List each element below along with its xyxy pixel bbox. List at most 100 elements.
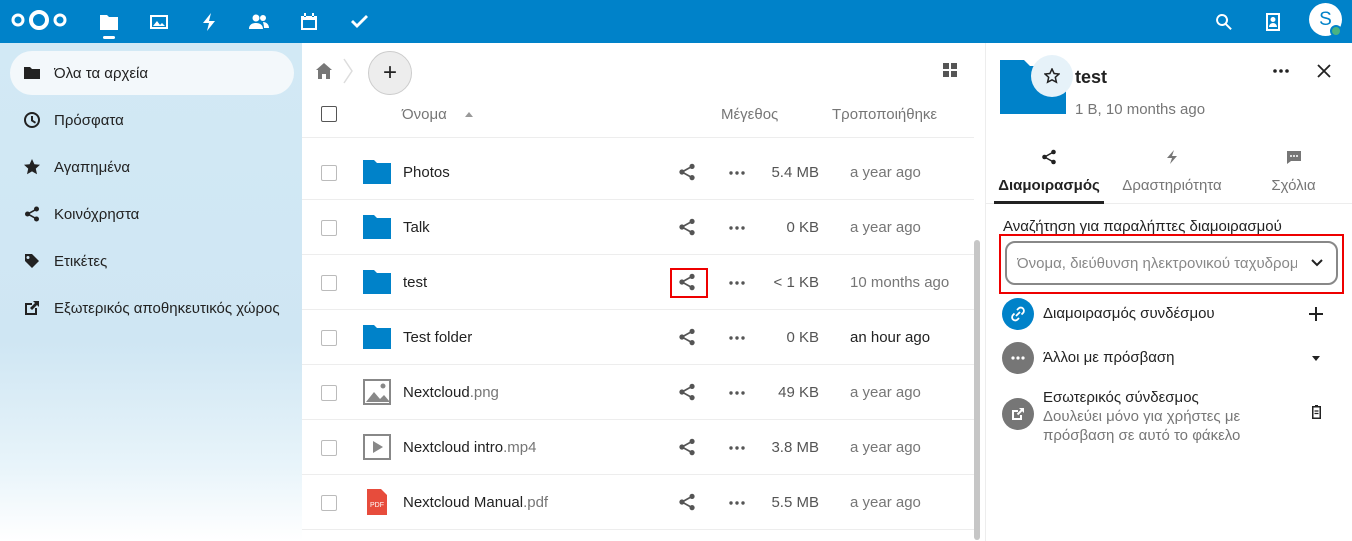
share-search-label: Αναζήτηση για παραλήπτες διαμοιρασμού: [1003, 218, 1282, 235]
file-row[interactable]: Nextcloud intro.mp4 3.8 MB a year ago: [302, 420, 974, 475]
folder-icon: [363, 270, 391, 294]
more-actions-icon[interactable]: [728, 219, 746, 237]
select-all-checkbox[interactable]: [321, 106, 337, 122]
file-row[interactable]: Test folder 0 KB an hour ago: [302, 310, 974, 365]
column-modified-header[interactable]: Τροποποιήθηκε: [832, 106, 939, 123]
share-recipient-input[interactable]: Όνομα, διεύθυνση ηλεκτρονικού ταχυδρομεί…: [1005, 241, 1338, 285]
clipboard-icon[interactable]: [1308, 404, 1324, 420]
online-status-indicator: [1330, 25, 1342, 37]
file-name[interactable]: test: [403, 274, 427, 291]
file-size: 0 KB: [786, 219, 819, 236]
star-icon: [24, 159, 40, 175]
row-checkbox[interactable]: [321, 275, 337, 291]
row-checkbox[interactable]: [321, 385, 337, 401]
contacts-menu-icon[interactable]: [1253, 0, 1293, 43]
file-name[interactable]: Nextcloud Manual.pdf: [403, 494, 548, 511]
share-icon[interactable]: [678, 163, 696, 181]
file-modified: a year ago: [850, 384, 921, 401]
top-header: S: [0, 0, 1352, 43]
tag-icon: [25, 254, 39, 268]
tab-comments[interactable]: Σχόλια: [1246, 143, 1341, 199]
file-row[interactable]: Photos 5.4 MB a year ago: [302, 145, 974, 200]
search-icon[interactable]: [1204, 0, 1244, 43]
folder-icon: [363, 215, 391, 239]
row-checkbox[interactable]: [321, 440, 337, 456]
nav-item-tags[interactable]: Ετικέτες: [10, 239, 294, 283]
more-actions-icon[interactable]: [728, 164, 746, 182]
tab-label: Σχόλια: [1271, 177, 1316, 194]
contacts-icon[interactable]: [234, 0, 284, 43]
file-size: 0 KB: [786, 329, 819, 346]
file-modified: a year ago: [850, 219, 921, 236]
nav-item-all-files[interactable]: Όλα τα αρχεία: [10, 51, 294, 95]
new-file-button[interactable]: +: [368, 51, 412, 95]
internal-link-description: Δουλεύει μόνο για χρήστες με πρόσβαση σε…: [1043, 408, 1241, 444]
calendar-icon[interactable]: [284, 0, 334, 43]
others-access-row[interactable]: Άλλοι με πρόσβαση: [1002, 342, 1342, 374]
nav-item-recent[interactable]: Πρόσφατα: [10, 98, 294, 142]
tab-activity[interactable]: Δραστηριότητα: [1112, 143, 1232, 199]
activity-icon[interactable]: [184, 0, 234, 43]
file-modified: 10 months ago: [850, 274, 950, 291]
tab-sharing[interactable]: Διαμοιρασμός: [994, 143, 1104, 199]
share-icon[interactable]: [678, 493, 696, 511]
external-link-icon: [1002, 398, 1034, 430]
star-outline-icon: [1044, 68, 1060, 84]
share-icon[interactable]: [678, 273, 696, 291]
file-name[interactable]: Test folder: [403, 329, 472, 346]
left-navigation: Όλα τα αρχεία Πρόσφατα Αγαπημένα Κοινόχρ…: [0, 43, 302, 541]
file-name[interactable]: Nextcloud.png: [403, 384, 499, 401]
column-name-header[interactable]: Όνομα: [402, 106, 447, 123]
chevron-down-icon[interactable]: [1310, 256, 1324, 270]
file-size: < 1 KB: [773, 274, 819, 291]
more-actions-icon[interactable]: [728, 274, 746, 292]
add-icon[interactable]: [1308, 306, 1324, 322]
share-icon[interactable]: [678, 218, 696, 236]
file-name[interactable]: Nextcloud intro.mp4: [403, 439, 536, 456]
file-list-header: Όνομα Μέγεθος Τροποποιήθηκε: [302, 93, 974, 138]
sidebar-menu-icon[interactable]: [1271, 61, 1291, 81]
file-row[interactable]: PDF Nextcloud Manual.pdf 5.5 MB a year a…: [302, 475, 974, 530]
link-share-row[interactable]: Διαμοιρασμός συνδέσμου: [1002, 298, 1342, 330]
triangle-down-icon[interactable]: [1308, 350, 1324, 366]
column-size-header[interactable]: Μέγεθος: [721, 106, 778, 123]
more-actions-icon[interactable]: [728, 494, 746, 512]
row-checkbox[interactable]: [321, 330, 337, 346]
file-name[interactable]: Photos: [403, 164, 450, 181]
file-row[interactable]: test < 1 KB 10 months ago: [302, 255, 974, 310]
breadcrumb-separator-icon: [343, 58, 353, 84]
file-list-scrollbar[interactable]: [974, 240, 980, 540]
video-file-icon: [363, 434, 391, 460]
folder-icon: [24, 67, 40, 79]
details-sidebar: test 1 B, 10 months ago Διαμοιρασμός Δρα…: [985, 43, 1352, 541]
row-checkbox[interactable]: [321, 165, 337, 181]
photos-icon[interactable]: [134, 0, 184, 43]
grid-view-icon[interactable]: [942, 62, 958, 78]
file-row[interactable]: Talk 0 KB a year ago: [302, 200, 974, 255]
share-icon: [25, 206, 39, 222]
nextcloud-logo[interactable]: [9, 8, 69, 32]
share-icon[interactable]: [678, 438, 696, 456]
image-file-icon: [363, 379, 391, 405]
file-list-area: + Όνομα Μέγεθος Τροποποιήθηκε Photos 5.4…: [302, 43, 985, 541]
tasks-icon[interactable]: [334, 0, 384, 43]
close-icon[interactable]: [1316, 63, 1332, 79]
nav-item-external-storage[interactable]: Εξωτερικός αποθηκευτικός χώρος: [10, 286, 294, 330]
home-icon[interactable]: [315, 62, 333, 80]
nav-item-favorites[interactable]: Αγαπημένα: [10, 145, 294, 189]
share-icon[interactable]: [678, 328, 696, 346]
nav-item-shares[interactable]: Κοινόχρηστα: [10, 192, 294, 236]
file-size: 5.5 MB: [771, 494, 819, 511]
sidebar-subtitle: 1 B, 10 months ago: [1075, 101, 1206, 118]
nav-item-label: Όλα τα αρχεία: [54, 64, 149, 82]
row-checkbox[interactable]: [321, 220, 337, 236]
row-checkbox[interactable]: [321, 495, 337, 511]
file-name[interactable]: Talk: [403, 219, 430, 236]
file-row[interactable]: Nextcloud.png 49 KB a year ago: [302, 365, 974, 420]
more-actions-icon[interactable]: [728, 329, 746, 347]
more-actions-icon[interactable]: [728, 439, 746, 457]
header-divider: [302, 137, 974, 138]
favorite-star-button[interactable]: [1031, 55, 1073, 97]
more-actions-icon[interactable]: [728, 384, 746, 402]
share-icon[interactable]: [678, 383, 696, 401]
